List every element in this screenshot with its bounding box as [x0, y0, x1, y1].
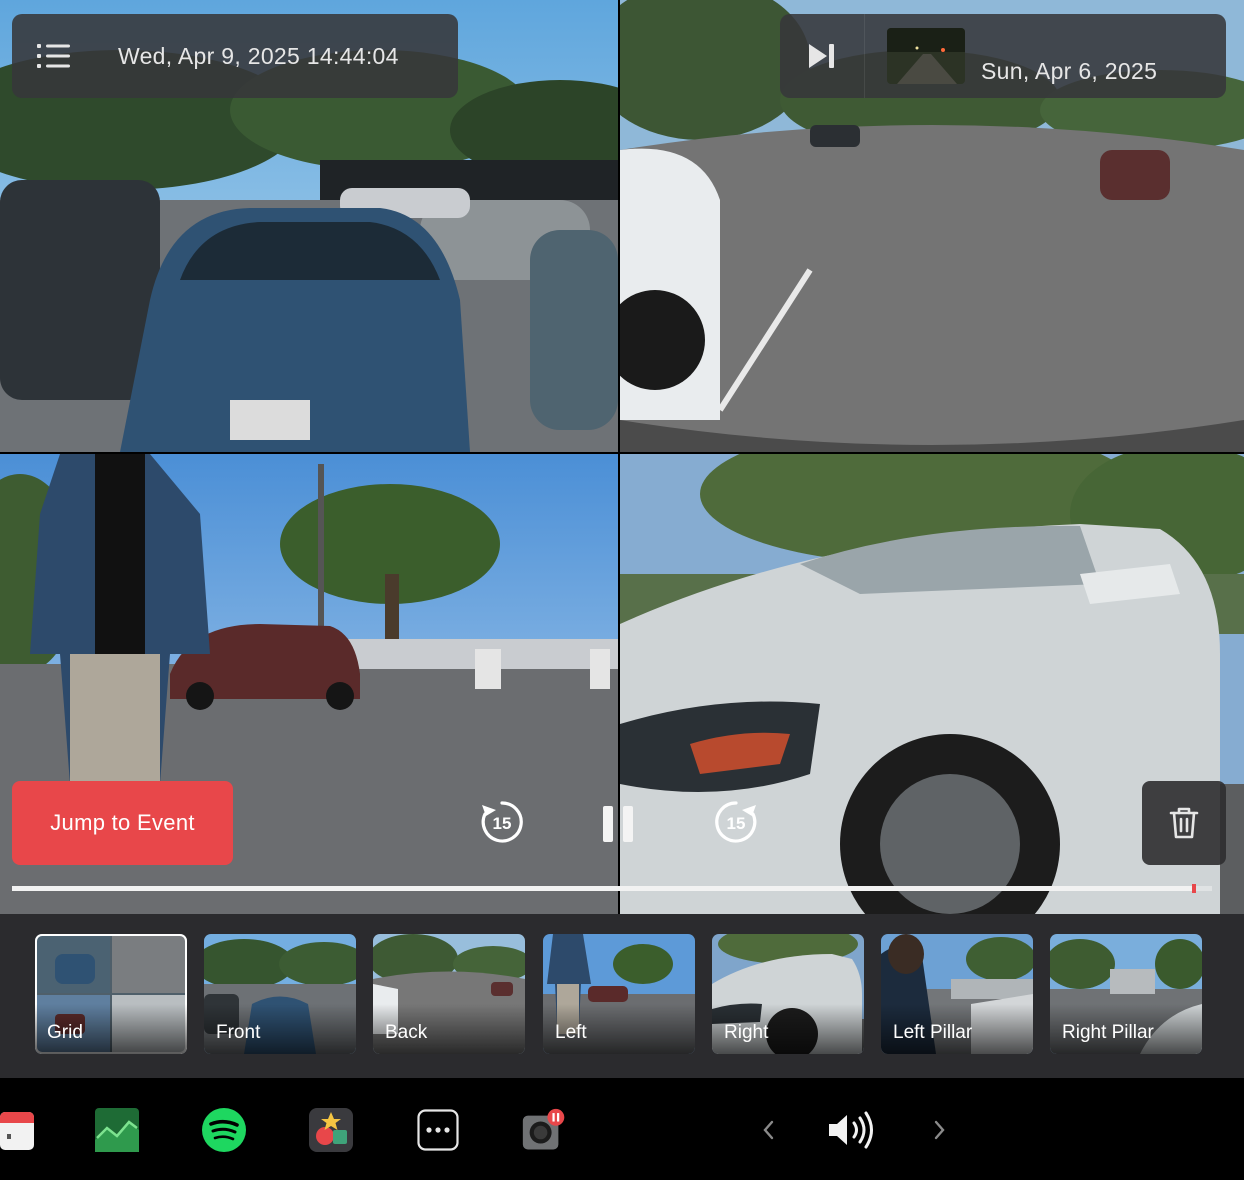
- skip-next-icon: [809, 44, 834, 68]
- view-tile-right[interactable]: Right: [712, 934, 864, 1054]
- app-dock: [0, 1078, 1244, 1180]
- next-clip-panel[interactable]: Sun, Apr 6, 2025: [780, 14, 1226, 98]
- stocks-chart-icon: [95, 1108, 139, 1152]
- pause-icon: [603, 806, 633, 842]
- toybox-app[interactable]: [309, 1108, 353, 1152]
- spotify-app[interactable]: [202, 1108, 246, 1152]
- rewind-icon: 15: [481, 801, 523, 843]
- spotify-icon: [202, 1108, 246, 1152]
- volume-button[interactable]: [824, 1108, 880, 1152]
- next-clip-date: Sun, Apr 6, 2025: [981, 57, 1158, 84]
- view-label-left: Left: [555, 1022, 587, 1043]
- view-label-grid: Grid: [47, 1022, 83, 1043]
- rewind-15-button[interactable]: 15: [476, 796, 528, 848]
- volume-up-button[interactable]: [928, 1108, 952, 1152]
- volume-down-button[interactable]: [756, 1108, 780, 1152]
- trash-icon: [1169, 807, 1199, 839]
- calendar-app[interactable]: [0, 1108, 34, 1152]
- chevron-left-icon: [763, 1120, 774, 1140]
- view-label-left-pillar: Left Pillar: [893, 1022, 973, 1043]
- playback-progress-bar[interactable]: [12, 884, 1212, 893]
- stocks-app[interactable]: [95, 1108, 139, 1152]
- dashcam-app[interactable]: [522, 1108, 566, 1152]
- view-label-back: Back: [385, 1022, 428, 1043]
- pause-button[interactable]: [596, 800, 640, 848]
- night-road-image: [887, 28, 965, 84]
- volume-icon: [829, 1111, 873, 1149]
- forward-seconds: 15: [727, 814, 746, 833]
- dashcam-icon: [522, 1108, 565, 1150]
- view-tile-front[interactable]: Front: [204, 934, 356, 1054]
- camera-view-selector: Grid Front Back Left Right Left Pillar R…: [0, 914, 1244, 1078]
- view-label-right: Right: [724, 1022, 769, 1043]
- more-apps-button[interactable]: [416, 1108, 460, 1152]
- rewind-seconds: 15: [493, 814, 512, 833]
- menu-button[interactable]: [12, 14, 96, 98]
- view-label-right-pillar: Right Pillar: [1062, 1022, 1154, 1043]
- skip-next-button[interactable]: [780, 14, 865, 98]
- fast-forward-icon: 15: [715, 801, 757, 843]
- camera-grid: [0, 0, 1244, 914]
- toybox-icon: [309, 1108, 353, 1152]
- event-marker: [1192, 884, 1196, 893]
- progress-fill: [12, 886, 1194, 891]
- view-tile-grid[interactable]: Grid: [35, 934, 187, 1054]
- timestamp-panel: Wed, Apr 9, 2025 14:44:04: [12, 14, 458, 98]
- forward-15-button[interactable]: 15: [710, 796, 762, 848]
- view-label-front: Front: [216, 1022, 261, 1043]
- dashcam-badge: [547, 1108, 565, 1126]
- chevron-right-icon: [934, 1120, 945, 1140]
- view-tile-left-pillar[interactable]: Left Pillar: [881, 934, 1033, 1054]
- delete-button[interactable]: [1142, 781, 1226, 865]
- list-menu-icon: [37, 44, 70, 68]
- jump-to-event-button[interactable]: Jump to Event: [12, 781, 233, 865]
- view-tile-right-pillar[interactable]: Right Pillar: [1050, 934, 1202, 1054]
- more-apps-icon: [417, 1109, 459, 1151]
- view-tile-back[interactable]: Back: [373, 934, 525, 1054]
- view-tile-left[interactable]: Left: [543, 934, 695, 1054]
- calendar-icon: [0, 1112, 34, 1150]
- next-clip-thumbnail[interactable]: [887, 28, 965, 84]
- current-timestamp: Wed, Apr 9, 2025 14:44:04: [118, 42, 399, 69]
